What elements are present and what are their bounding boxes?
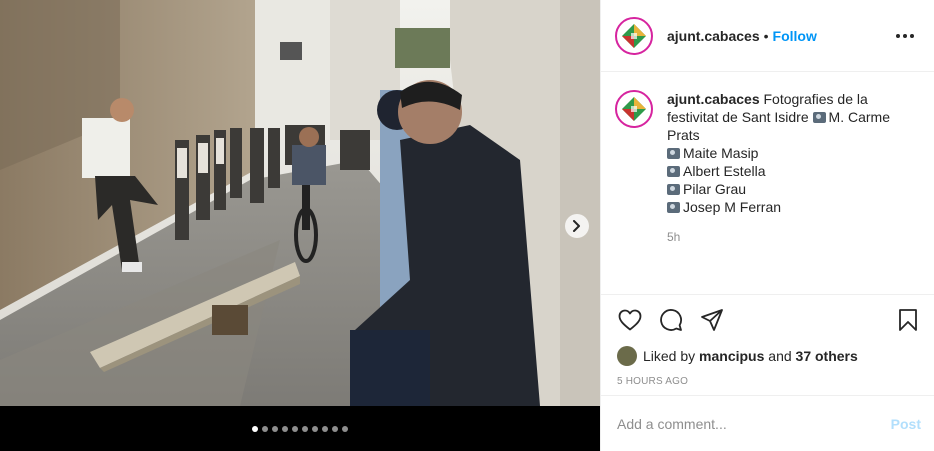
carousel-dot xyxy=(272,426,278,432)
comments-area: ajunt.cabaces Fotografies de la festivit… xyxy=(601,72,934,294)
camera-icon xyxy=(667,166,680,177)
likes-prefix: Liked by xyxy=(643,348,696,364)
carousel-dot xyxy=(262,426,268,432)
post-comment-button[interactable]: Post xyxy=(891,416,921,432)
camera-icon xyxy=(667,148,680,159)
caption-line: Albert Estella xyxy=(683,163,766,179)
carousel-indicator xyxy=(0,426,600,432)
follow-button[interactable]: Follow xyxy=(773,28,817,44)
action-bar xyxy=(617,305,921,335)
more-horizontal-icon xyxy=(903,33,907,38)
post-author-username[interactable]: ajunt.cabaces xyxy=(667,28,760,44)
chevron-right-icon xyxy=(573,220,580,232)
avatar[interactable] xyxy=(615,16,653,55)
post-photo xyxy=(0,0,600,406)
post-actions: Liked by mancipus and 37 others 5 hours … xyxy=(601,294,934,387)
carousel-dot xyxy=(332,426,338,432)
carousel-dot xyxy=(312,426,318,432)
save-button[interactable] xyxy=(895,307,921,333)
more-horizontal-icon xyxy=(896,33,900,38)
caption-line: Maite Masip xyxy=(683,145,759,161)
header-separator: • xyxy=(763,27,769,44)
more-options-button[interactable] xyxy=(892,30,918,42)
caption-username[interactable]: ajunt.cabaces xyxy=(667,91,760,107)
share-icon xyxy=(701,309,723,331)
add-comment-bar: Post xyxy=(601,395,934,451)
comment-input[interactable] xyxy=(617,415,891,432)
carousel-dot xyxy=(302,426,308,432)
post-media xyxy=(0,0,600,451)
avatar[interactable] xyxy=(615,90,653,128)
liker-username[interactable]: mancipus xyxy=(699,348,764,364)
post-caption: ajunt.cabaces Fotografies de la festivit… xyxy=(615,90,918,246)
camera-icon xyxy=(812,112,826,123)
post-header: ajunt.cabaces • Follow xyxy=(601,0,934,72)
municipal-crest-icon xyxy=(622,97,646,121)
liker-avatar[interactable] xyxy=(617,346,637,366)
comment-button[interactable] xyxy=(658,307,684,333)
caption-timestamp[interactable]: 5h xyxy=(667,228,897,246)
likes-others-link[interactable]: 37 others xyxy=(796,348,858,364)
carousel-dot xyxy=(322,426,328,432)
comment-icon xyxy=(660,309,682,331)
bookmark-icon xyxy=(899,309,917,331)
carousel-dot xyxy=(342,426,348,432)
post-timestamp[interactable]: 5 hours ago xyxy=(617,376,921,387)
share-button[interactable] xyxy=(699,307,725,333)
caption-text: ajunt.cabaces Fotografies de la festivit… xyxy=(667,90,897,246)
more-horizontal-icon xyxy=(910,33,914,38)
caption-line: Pilar Grau xyxy=(683,181,747,197)
camera-icon xyxy=(667,184,680,195)
carousel-dot xyxy=(282,426,288,432)
heart-icon xyxy=(618,309,642,331)
carousel-dot xyxy=(292,426,298,432)
carousel-dot xyxy=(252,426,258,432)
like-button[interactable] xyxy=(617,307,643,333)
carousel-next-button[interactable] xyxy=(565,214,589,238)
likes-summary: Liked by mancipus and 37 others xyxy=(617,346,921,366)
likes-and: and xyxy=(768,348,792,364)
camera-icon xyxy=(667,202,680,213)
caption-line: Josep M Ferran xyxy=(683,199,782,215)
municipal-crest-icon xyxy=(622,23,646,48)
post-sidebar: ajunt.cabaces • Follow ajunt.cabaces Fot… xyxy=(600,0,934,451)
